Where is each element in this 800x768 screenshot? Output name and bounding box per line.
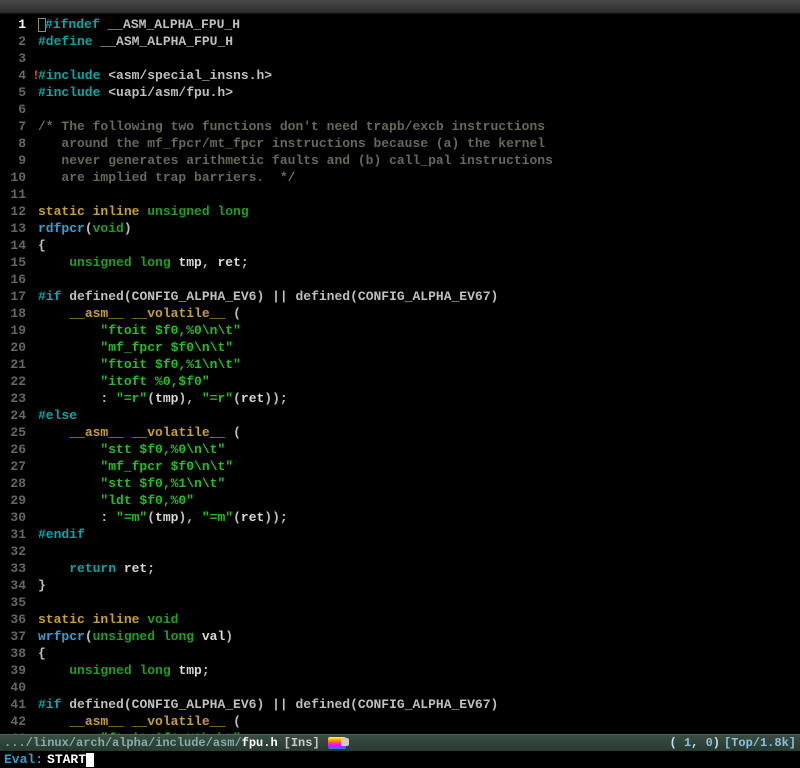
code-line[interactable]: #endif bbox=[38, 526, 800, 543]
line-number: 7 bbox=[0, 118, 26, 135]
code-line[interactable]: : "=r"(tmp), "=r"(ret)); bbox=[38, 390, 800, 407]
line-number: 18 bbox=[0, 305, 26, 322]
line-number: 22 bbox=[0, 373, 26, 390]
code-line[interactable]: __asm__ __volatile__ ( bbox=[38, 305, 800, 322]
modeline-filename: fpu.h bbox=[242, 736, 278, 750]
line-number: 2 bbox=[0, 33, 26, 50]
minibuffer[interactable]: Eval: START bbox=[0, 751, 800, 768]
code-line[interactable]: "stt $f0,%1\n\t" bbox=[38, 475, 800, 492]
code-line[interactable]: } bbox=[38, 577, 800, 594]
code-line[interactable]: are implied trap barriers. */ bbox=[38, 169, 800, 186]
line-number: 38 bbox=[0, 645, 26, 662]
line-number: 35 bbox=[0, 594, 26, 611]
line-number: 5 bbox=[0, 84, 26, 101]
line-number: 33 bbox=[0, 560, 26, 577]
modeline: .../linux/arch/alpha/include/asm/fpu.h [… bbox=[0, 734, 800, 751]
code-line[interactable] bbox=[38, 594, 800, 611]
line-number: 14 bbox=[0, 237, 26, 254]
line-number-gutter: 1234567891011121314151617181920212223242… bbox=[0, 14, 32, 734]
code-line[interactable]: "mf_fpcr $f0\n\t" bbox=[38, 339, 800, 356]
code-line[interactable]: "ldt $f0,%0" bbox=[38, 492, 800, 509]
code-line[interactable] bbox=[38, 50, 800, 67]
code-line[interactable]: "ftoit $f0,%0\n\t" bbox=[38, 322, 800, 339]
code-line[interactable]: #define __ASM_ALPHA_FPU_H bbox=[38, 33, 800, 50]
code-line[interactable]: rdfpcr(void) bbox=[38, 220, 800, 237]
code-line[interactable]: : "=m"(tmp), "=m"(ret)); bbox=[38, 509, 800, 526]
code-line[interactable]: /* The following two functions don't nee… bbox=[38, 118, 800, 135]
line-number: 31 bbox=[0, 526, 26, 543]
line-number: 32 bbox=[0, 543, 26, 560]
code-line[interactable] bbox=[38, 543, 800, 560]
code-line[interactable]: around the mf_fpcr/mt_fpcr instructions … bbox=[38, 135, 800, 152]
code-line[interactable] bbox=[38, 271, 800, 288]
line-number: 30 bbox=[0, 509, 26, 526]
window-titlebar bbox=[0, 0, 800, 14]
minibuffer-cursor bbox=[86, 753, 94, 767]
code-line[interactable]: "ftoit $f0,%1\n\t" bbox=[38, 356, 800, 373]
line-number: 42 bbox=[0, 713, 26, 730]
line-number: 17 bbox=[0, 288, 26, 305]
code-line[interactable] bbox=[38, 186, 800, 203]
code-line[interactable]: __asm__ __volatile__ ( bbox=[38, 713, 800, 730]
modeline-position: ( 1, 0) bbox=[670, 736, 720, 750]
code-line[interactable]: unsigned long tmp; bbox=[38, 662, 800, 679]
line-number: 16 bbox=[0, 271, 26, 288]
line-number: 19 bbox=[0, 322, 26, 339]
code-line[interactable]: "itoft %0,$f0" bbox=[38, 373, 800, 390]
line-number: 15 bbox=[0, 254, 26, 271]
modeline-scroll: [Top/1.8k] bbox=[724, 736, 796, 750]
code-buffer[interactable]: #ifndef __ASM_ALPHA_FPU_H#define __ASM_A… bbox=[38, 14, 800, 734]
code-line[interactable]: never generates arithmetic faults and (b… bbox=[38, 152, 800, 169]
line-number: 37 bbox=[0, 628, 26, 645]
code-line[interactable] bbox=[38, 679, 800, 696]
line-number: 11 bbox=[0, 186, 26, 203]
line-number: 36 bbox=[0, 611, 26, 628]
code-line[interactable]: static inline void bbox=[38, 611, 800, 628]
code-line[interactable]: { bbox=[38, 645, 800, 662]
code-line[interactable]: #ifndef __ASM_ALPHA_FPU_H bbox=[38, 16, 800, 33]
line-number: 13 bbox=[0, 220, 26, 237]
code-line[interactable]: #include <asm/special_insns.h> bbox=[38, 67, 800, 84]
line-number: 41 bbox=[0, 696, 26, 713]
minibuffer-input[interactable]: START bbox=[47, 752, 94, 767]
line-number: 29 bbox=[0, 492, 26, 509]
modeline-path: .../linux/arch/alpha/include/asm/ bbox=[4, 736, 242, 750]
line-number: 9 bbox=[0, 152, 26, 169]
line-number: 26 bbox=[0, 441, 26, 458]
minibuffer-prompt: Eval: bbox=[4, 752, 43, 767]
line-number: 21 bbox=[0, 356, 26, 373]
line-number: 40 bbox=[0, 679, 26, 696]
line-number: 27 bbox=[0, 458, 26, 475]
code-line[interactable]: #else bbox=[38, 407, 800, 424]
code-line[interactable]: static inline unsigned long bbox=[38, 203, 800, 220]
code-line[interactable]: #if defined(CONFIG_ALPHA_EV6) || defined… bbox=[38, 696, 800, 713]
code-line[interactable]: __asm__ __volatile__ ( bbox=[38, 424, 800, 441]
line-number: 25 bbox=[0, 424, 26, 441]
code-line[interactable]: return ret; bbox=[38, 560, 800, 577]
code-line[interactable]: unsigned long tmp, ret; bbox=[38, 254, 800, 271]
line-number: 12 bbox=[0, 203, 26, 220]
code-line[interactable] bbox=[38, 101, 800, 118]
line-number: 10 bbox=[0, 169, 26, 186]
line-number: 8 bbox=[0, 135, 26, 152]
line-number: 39 bbox=[0, 662, 26, 679]
code-line[interactable]: "mf_fpcr $f0\n\t" bbox=[38, 458, 800, 475]
line-number: 20 bbox=[0, 339, 26, 356]
modeline-mode: [Ins] bbox=[284, 736, 320, 750]
code-line[interactable]: #if defined(CONFIG_ALPHA_EV6) || defined… bbox=[38, 288, 800, 305]
line-number: 24 bbox=[0, 407, 26, 424]
code-line[interactable]: { bbox=[38, 237, 800, 254]
nyan-cat-icon bbox=[328, 737, 346, 749]
code-line[interactable]: #include <uapi/asm/fpu.h> bbox=[38, 84, 800, 101]
code-line[interactable]: wrfpcr(unsigned long val) bbox=[38, 628, 800, 645]
line-number: 23 bbox=[0, 390, 26, 407]
line-number: 34 bbox=[0, 577, 26, 594]
line-number: 4 bbox=[0, 67, 26, 84]
line-number: 1 bbox=[0, 16, 26, 33]
editor-area[interactable]: 1234567891011121314151617181920212223242… bbox=[0, 14, 800, 734]
line-number: 3 bbox=[0, 50, 26, 67]
line-number: 28 bbox=[0, 475, 26, 492]
code-line[interactable]: "stt $f0,%0\n\t" bbox=[38, 441, 800, 458]
line-number: 6 bbox=[0, 101, 26, 118]
